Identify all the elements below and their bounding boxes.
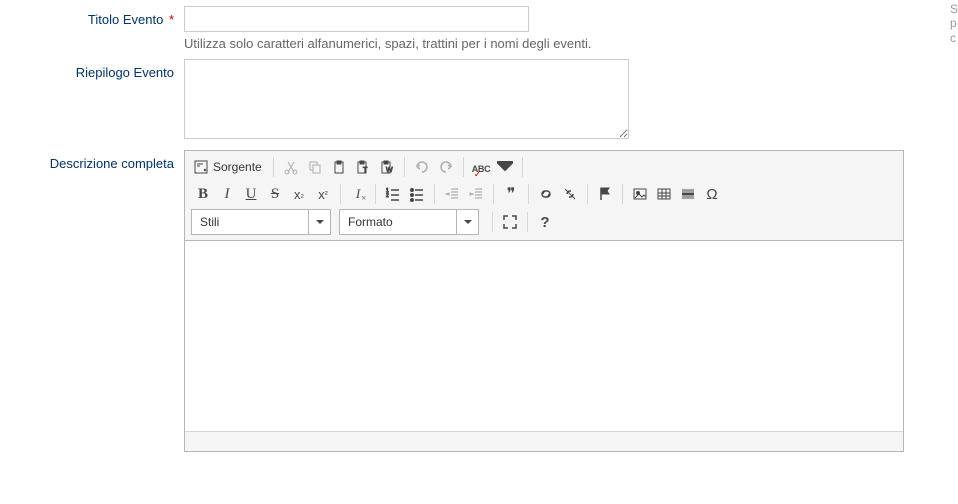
titolo-label-text: Titolo Evento xyxy=(88,12,163,27)
help-icon: ? xyxy=(540,214,549,231)
indent-button[interactable] xyxy=(464,182,488,206)
bullet-list-button[interactable] xyxy=(405,182,429,206)
help-button[interactable]: ? xyxy=(533,210,557,234)
format-combo[interactable]: Formato xyxy=(339,209,479,235)
rich-editor: Sorgente T W xyxy=(184,150,904,452)
riepilogo-textarea[interactable] xyxy=(184,59,629,139)
italic-button[interactable]: I xyxy=(215,182,239,206)
source-button-label: Sorgente xyxy=(213,160,262,174)
paste-text-button[interactable]: T xyxy=(351,155,375,179)
outdent-button[interactable] xyxy=(440,182,464,206)
spellcheck-icon: ABC✓ xyxy=(472,160,491,175)
dropdown-caret-icon xyxy=(497,159,513,175)
chevron-down-icon xyxy=(464,220,472,225)
flag-icon xyxy=(597,186,613,202)
format-combo-arrow[interactable] xyxy=(457,209,479,235)
paste-word-button[interactable]: W xyxy=(375,155,399,179)
link-button[interactable] xyxy=(534,182,558,206)
cut-icon xyxy=(283,159,299,175)
ol-icon: 12 xyxy=(385,186,401,202)
link-icon xyxy=(538,186,554,202)
svg-text:W: W xyxy=(386,167,393,174)
unlink-button[interactable] xyxy=(558,182,582,206)
ul-icon xyxy=(409,186,425,202)
subscript-button[interactable]: x₂ xyxy=(287,182,311,206)
cut-button[interactable] xyxy=(279,155,303,179)
paste-button[interactable] xyxy=(327,155,351,179)
paste-word-icon: W xyxy=(379,159,395,175)
descrizione-label-text: Descrizione completa xyxy=(50,156,174,171)
editor-content-area[interactable] xyxy=(185,241,903,431)
table-icon xyxy=(656,186,672,202)
source-icon xyxy=(193,159,209,175)
chevron-down-icon xyxy=(316,220,324,225)
undo-icon xyxy=(414,159,430,175)
styles-combo[interactable]: Stili xyxy=(191,209,331,235)
bold-button[interactable]: B xyxy=(191,182,215,206)
styles-combo-arrow[interactable] xyxy=(309,209,331,235)
riepilogo-label-text: Riepilogo Evento xyxy=(76,65,174,80)
specialchar-button[interactable]: Ω xyxy=(700,182,724,206)
superscript-button[interactable]: x² xyxy=(311,182,335,206)
spellcheck-dropdown[interactable] xyxy=(493,155,517,179)
blockquote-button[interactable]: ❞ xyxy=(499,182,523,206)
indent-icon xyxy=(468,186,484,202)
titolo-help-text: Utilizza solo caratteri alfanumerici, sp… xyxy=(184,36,958,51)
image-button[interactable] xyxy=(628,182,652,206)
editor-toolbar: Sorgente T W xyxy=(185,151,903,241)
spellcheck-button[interactable]: ABC✓ xyxy=(469,155,494,179)
quote-icon: ❞ xyxy=(507,184,516,204)
copy-icon xyxy=(307,159,323,175)
titolo-label: Titolo Evento * xyxy=(0,6,184,27)
remove-format-button[interactable]: I× xyxy=(346,182,370,206)
underline-button[interactable]: U xyxy=(239,182,263,206)
redo-icon xyxy=(438,159,454,175)
undo-button[interactable] xyxy=(410,155,434,179)
maximize-button[interactable] xyxy=(498,210,522,234)
copy-button[interactable] xyxy=(303,155,327,179)
editor-footer xyxy=(185,431,903,451)
side-text-2: p xyxy=(950,16,954,30)
strike-button[interactable]: S xyxy=(263,182,287,206)
numbered-list-button[interactable]: 12 xyxy=(381,182,405,206)
hr-button[interactable] xyxy=(676,182,700,206)
anchor-button[interactable] xyxy=(593,182,617,206)
styles-combo-label: Stili xyxy=(200,215,219,229)
unlink-icon xyxy=(562,186,578,202)
omega-icon: Ω xyxy=(706,186,717,203)
paste-text-icon: T xyxy=(355,159,371,175)
hr-icon xyxy=(680,186,696,202)
riepilogo-label: Riepilogo Evento xyxy=(0,59,184,80)
svg-text:2: 2 xyxy=(386,193,389,199)
side-text-1: S xyxy=(950,2,954,16)
image-icon xyxy=(632,186,648,202)
descrizione-label: Descrizione completa xyxy=(0,150,184,171)
side-text-3: c xyxy=(950,31,954,45)
table-button[interactable] xyxy=(652,182,676,206)
format-combo-label: Formato xyxy=(348,215,393,229)
required-marker: * xyxy=(169,12,174,27)
maximize-icon xyxy=(502,214,518,230)
paste-icon xyxy=(331,159,347,175)
outdent-icon xyxy=(444,186,460,202)
titolo-input[interactable] xyxy=(184,6,529,32)
redo-button[interactable] xyxy=(434,155,458,179)
side-panel-fragment: S p c xyxy=(946,0,958,47)
source-button[interactable]: Sorgente xyxy=(191,155,268,179)
svg-text:T: T xyxy=(363,167,368,174)
